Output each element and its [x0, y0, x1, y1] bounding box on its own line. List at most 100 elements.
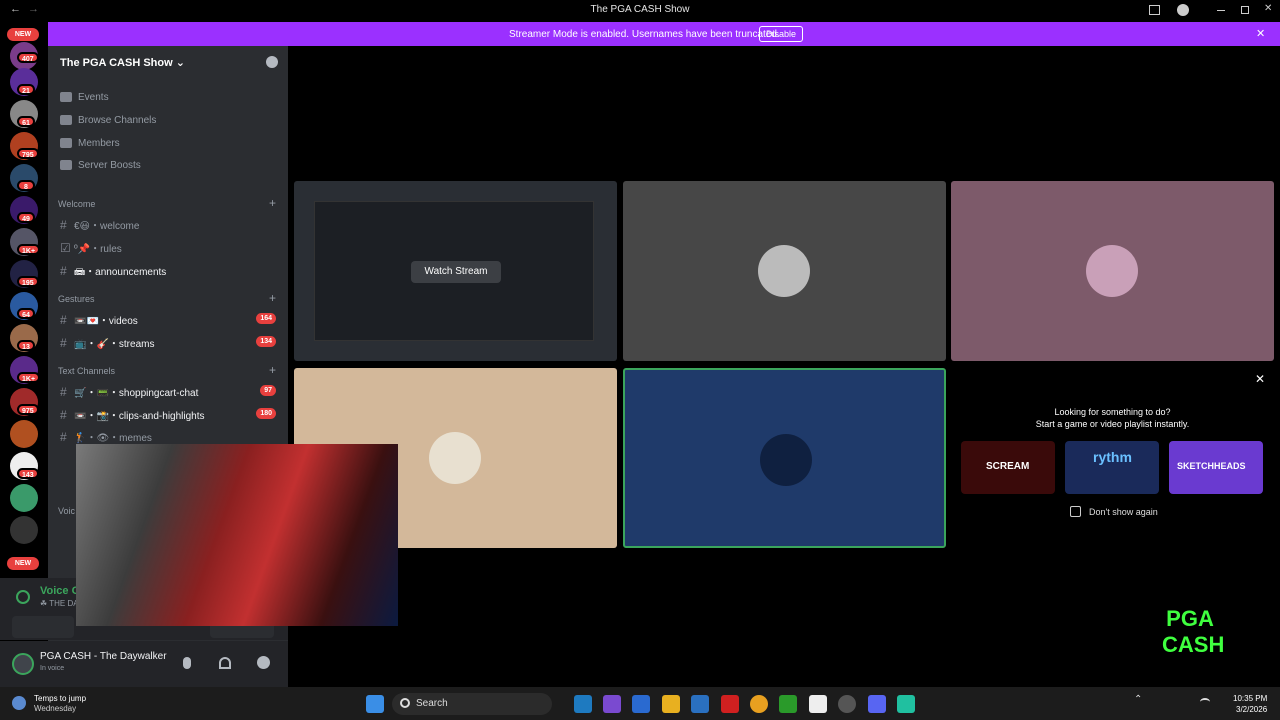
game-card-sketchheads[interactable]: SKETCHHEADS — [1169, 441, 1263, 494]
app-l-icon[interactable] — [721, 695, 739, 713]
tray-chevron-icon[interactable]: ⌃ — [1134, 694, 1142, 705]
discord-icon[interactable] — [868, 695, 886, 713]
channel-announcements[interactable]: # 📾・announcements — [60, 263, 166, 282]
mention-badge: 975 — [17, 404, 39, 415]
nav-members[interactable]: Members — [60, 138, 120, 149]
window-titlebar: ← → The PGA CASH Show ✕ — [0, 0, 1280, 22]
add-channel-icon[interactable]: + — [269, 363, 276, 377]
avatar — [760, 434, 812, 486]
clock-time[interactable]: 10:35 PM — [1233, 694, 1267, 703]
rules-icon: ☑ — [60, 241, 71, 255]
server-icon[interactable] — [10, 420, 38, 448]
maximize-icon[interactable] — [1241, 6, 1249, 14]
search-label: Search — [416, 698, 448, 709]
channel-clips-and-highlights[interactable]: # 📼・📸・clips-and-highlights — [60, 407, 205, 422]
channel-memes[interactable]: # 🏌・👁・memes — [60, 429, 152, 444]
inbox-icon[interactable] — [1149, 5, 1160, 15]
disable-streamer-mode-button[interactable]: Disable — [759, 26, 804, 42]
nav-browse-channels[interactable]: Browse Channels — [60, 115, 156, 126]
channel-welcome[interactable]: # €😃・welcome — [60, 217, 139, 232]
user-panel: PGA CASH - The Daywalker In voice — [0, 641, 288, 687]
mail-icon[interactable] — [691, 695, 709, 713]
signal-icon[interactable] — [16, 590, 30, 604]
unread-count: 97 — [260, 385, 276, 396]
app-icon[interactable] — [897, 695, 915, 713]
watch-stream-button[interactable]: Watch Stream — [411, 261, 501, 283]
dont-show-checkbox[interactable] — [1070, 506, 1081, 517]
app-icon[interactable] — [632, 695, 650, 713]
new-badge: NEW — [7, 28, 39, 41]
avatar[interactable] — [12, 653, 34, 675]
mention-badge: 61 — [17, 116, 35, 127]
server-name: The PGA CASH Show — [60, 57, 173, 69]
clock-date[interactable]: 3/2/2026 — [1236, 705, 1267, 714]
hash-icon: # — [60, 408, 67, 422]
taskbar: Temps to jump Wednesday Search ⌃ 10:35 P… — [0, 687, 1280, 720]
close-window-icon[interactable]: ✕ — [1264, 3, 1272, 14]
help-icon[interactable] — [1177, 4, 1189, 16]
server-header[interactable]: The PGA CASH Show ⌄ — [60, 56, 185, 69]
mention-badge: 795 — [17, 148, 39, 159]
channel-label: 🛒・📟・shoppingcart-chat — [74, 388, 199, 399]
browse-icon — [60, 115, 72, 126]
microphone-icon[interactable] — [183, 657, 191, 669]
game-title: SKETCHHEADS — [1177, 461, 1246, 471]
mention-badge: 8 — [17, 180, 35, 191]
category-gestures[interactable]: Gestures — [58, 294, 95, 304]
promo-close-icon[interactable]: ✕ — [1255, 372, 1265, 386]
xbox-icon[interactable] — [779, 695, 797, 713]
members-icon — [60, 138, 72, 149]
unread-count: 134 — [256, 336, 276, 347]
copilot-icon[interactable] — [603, 695, 621, 713]
participant-tile-speaking[interactable] — [623, 368, 946, 548]
category-welcome[interactable]: Welcome — [58, 199, 95, 209]
chrome-icon[interactable] — [750, 695, 768, 713]
gear-icon[interactable] — [257, 656, 270, 669]
mention-badge: 1K+ — [17, 244, 41, 255]
minimize-icon[interactable] — [1217, 10, 1225, 11]
video-off-button[interactable] — [12, 616, 74, 638]
nav-events[interactable]: Events — [60, 92, 109, 103]
edge-icon[interactable] — [574, 695, 592, 713]
game-card-scream[interactable]: SCREAM — [961, 441, 1055, 494]
promo-subtitle: Start a game or video playlist instantly… — [1035, 419, 1190, 429]
invite-icon[interactable] — [266, 56, 278, 68]
channel-rules[interactable]: ☑ º📌・rules — [60, 240, 122, 255]
channel-videos[interactable]: # 📼💌・videos — [60, 312, 138, 327]
mention-badge: 13 — [17, 340, 35, 351]
hash-icon: # — [60, 313, 67, 327]
mention-badge: 49 — [17, 212, 35, 223]
user-status: In voice — [40, 665, 65, 672]
stream-tile[interactable]: Watch Stream — [294, 181, 617, 361]
mention-badge: 1K+ — [17, 372, 41, 383]
game-card-rythm[interactable]: rythm — [1065, 441, 1159, 494]
server-icon[interactable] — [10, 484, 38, 512]
server-icon[interactable] — [10, 516, 38, 544]
banner-message: Streamer Mode is enabled. Usernames have… — [509, 29, 780, 40]
add-channel-icon[interactable]: + — [269, 291, 276, 305]
file-explorer-icon[interactable] — [662, 695, 680, 713]
channel-shoppingcart-chat[interactable]: # 🛒・📟・shoppingcart-chat — [60, 384, 198, 399]
steam-icon[interactable] — [838, 695, 856, 713]
category-voice[interactable]: Voic — [58, 506, 75, 516]
wifi-icon[interactable] — [1200, 698, 1210, 706]
boost-icon — [60, 160, 72, 171]
participant-tile[interactable] — [951, 181, 1274, 361]
add-channel-icon[interactable]: + — [269, 196, 276, 210]
mention-badge: 195 — [17, 276, 39, 287]
channel-label: 📺・🎸・streams — [74, 339, 155, 350]
channel-streams[interactable]: # 📺・🎸・streams — [60, 335, 154, 350]
weather-icon[interactable] — [12, 696, 26, 710]
channel-label: 📼💌・videos — [74, 316, 138, 327]
headset-icon[interactable] — [219, 657, 231, 669]
participant-tile[interactable] — [623, 181, 946, 361]
banner-close-icon[interactable]: ✕ — [1256, 27, 1265, 40]
windows-start-icon[interactable] — [366, 695, 384, 713]
nav-server-boosts[interactable]: Server Boosts — [60, 160, 141, 171]
app-icon[interactable] — [809, 695, 827, 713]
taskbar-search[interactable]: Search — [392, 693, 552, 715]
mention-badge: 64 — [17, 308, 35, 319]
calendar-icon — [60, 92, 72, 103]
category-text-channels[interactable]: Text Channels — [58, 366, 115, 376]
promo-title: Looking for something to do? — [1054, 407, 1171, 417]
